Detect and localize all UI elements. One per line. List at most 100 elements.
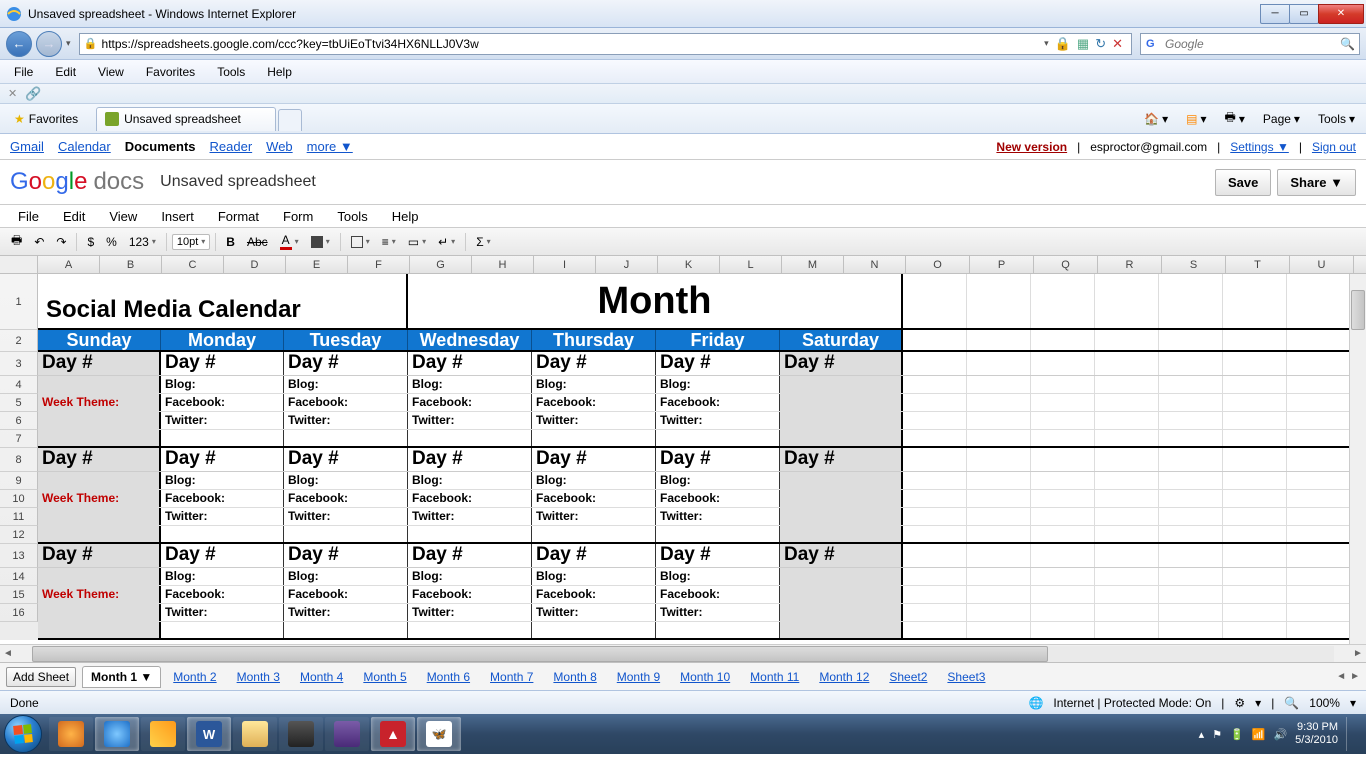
content-cell[interactable]: Blog: (284, 376, 408, 393)
zoom-level[interactable]: 100% (1309, 696, 1340, 710)
col-header-E[interactable]: E (286, 256, 348, 273)
content-cell[interactable]: Facebook: (408, 586, 532, 603)
sheet-tab-0[interactable]: Month 1 ▼ (82, 666, 161, 688)
content-cell[interactable]: Facebook: (161, 394, 284, 411)
col-header-A[interactable]: A (38, 256, 100, 273)
row-header-9[interactable]: 9 (0, 472, 38, 490)
sheet-tab-8[interactable]: Month 9 (609, 667, 668, 687)
content-cell[interactable]: Twitter: (532, 508, 656, 525)
sheet-tab-10[interactable]: Month 11 (742, 667, 807, 687)
row-header-2[interactable]: 2 (0, 330, 38, 352)
spacer-cell[interactable] (38, 430, 161, 446)
day-number-cell[interactable]: Day # (408, 448, 532, 471)
content-cell[interactable]: Blog: (161, 472, 284, 489)
row-header-5[interactable]: 5 (0, 394, 38, 412)
content-cell[interactable]: Blog: (408, 376, 532, 393)
content-cell[interactable]: Facebook: (284, 394, 408, 411)
col-header-U[interactable]: U (1290, 256, 1354, 273)
borders-button[interactable] (346, 234, 375, 250)
day-number-cell[interactable]: Day # (532, 352, 656, 375)
day-number-cell[interactable]: Day # (38, 352, 161, 375)
content-cell[interactable]: Blog: (284, 472, 408, 489)
url-input[interactable] (98, 37, 1041, 51)
percent-button[interactable]: % (101, 233, 122, 251)
day-header-friday[interactable]: Friday (656, 330, 780, 350)
favorites-button[interactable]: ★ Favorites (6, 109, 86, 129)
ie-menu-edit[interactable]: Edit (45, 62, 86, 82)
content-cell[interactable]: Facebook: (408, 394, 532, 411)
text-color-button[interactable]: A (275, 231, 304, 252)
docs-menu-format[interactable]: Format (208, 206, 269, 227)
col-header-O[interactable]: O (906, 256, 970, 273)
home-button[interactable]: 🏠▾ (1139, 110, 1173, 128)
ie-menu-file[interactable]: File (4, 62, 43, 82)
settings-link[interactable]: Settings ▼ (1230, 140, 1289, 154)
row-header-14[interactable]: 14 (0, 568, 38, 586)
sheet-tab-6[interactable]: Month 7 (482, 667, 541, 687)
content-cell[interactable]: Blog: (532, 568, 656, 585)
day-number-cell[interactable]: Day # (408, 544, 532, 567)
col-header-M[interactable]: M (782, 256, 844, 273)
day-number-cell[interactable]: Day # (284, 448, 408, 471)
tray-network-icon[interactable]: 📶 (1252, 728, 1266, 741)
stop-icon[interactable]: ✕ (1112, 36, 1123, 52)
spacer-cell[interactable] (161, 526, 284, 542)
content-cell[interactable]: Blog: (408, 472, 532, 489)
content-cell[interactable]: Blog: (161, 376, 284, 393)
zoom-icon[interactable]: 🔍 (1284, 696, 1299, 710)
content-cell[interactable]: Blog: (532, 472, 656, 489)
row-header-10[interactable]: 10 (0, 490, 38, 508)
day-header-monday[interactable]: Monday (161, 330, 284, 350)
content-cell[interactable]: Blog: (532, 376, 656, 393)
spacer-cell[interactable] (284, 430, 408, 446)
taskbar-explorer[interactable] (233, 717, 277, 751)
docs-menu-insert[interactable]: Insert (151, 206, 204, 227)
content-cell[interactable] (780, 412, 903, 429)
redo-icon[interactable]: ↷ (51, 233, 71, 251)
content-cell[interactable]: Week Theme: (38, 394, 161, 411)
content-cell[interactable] (780, 508, 903, 525)
taskbar-app-6[interactable] (279, 717, 323, 751)
signout-link[interactable]: Sign out (1312, 140, 1356, 154)
docs-menu-form[interactable]: Form (273, 206, 323, 227)
tray-battery-icon[interactable]: 🔋 (1230, 728, 1244, 741)
day-number-cell[interactable]: Day # (284, 544, 408, 567)
forward-button[interactable]: → (36, 31, 62, 57)
day-header-wednesday[interactable]: Wednesday (408, 330, 532, 350)
col-header-H[interactable]: H (472, 256, 534, 273)
docs-menu-edit[interactable]: Edit (53, 206, 95, 227)
day-number-cell[interactable]: Day # (38, 544, 161, 567)
add-sheet-button[interactable]: Add Sheet (6, 667, 76, 687)
day-number-cell[interactable]: Day # (161, 352, 284, 375)
row-header-8[interactable]: 8 (0, 448, 38, 472)
spacer-cell[interactable] (780, 622, 903, 638)
taskbar-adobe[interactable]: ▲ (371, 717, 415, 751)
col-header-Q[interactable]: Q (1034, 256, 1098, 273)
browser-tab[interactable]: Unsaved spreadsheet (96, 107, 276, 131)
day-number-cell[interactable]: Day # (780, 448, 903, 471)
horizontal-scrollbar[interactable]: ◄► (0, 644, 1366, 662)
content-cell[interactable] (780, 472, 903, 489)
day-number-cell[interactable]: Day # (656, 544, 780, 567)
content-cell[interactable]: Twitter: (161, 604, 284, 621)
col-header-G[interactable]: G (410, 256, 472, 273)
sheet-tab-7[interactable]: Month 8 (545, 667, 604, 687)
row-header-1[interactable]: 1 (0, 274, 38, 330)
col-header-P[interactable]: P (970, 256, 1034, 273)
formula-button[interactable]: Σ (471, 233, 495, 251)
url-dropdown-icon[interactable]: ▾ (1044, 38, 1049, 49)
ie-menu-favorites[interactable]: Favorites (136, 62, 205, 82)
taskbar-app-9[interactable]: 🦋 (417, 717, 461, 751)
col-header-S[interactable]: S (1162, 256, 1226, 273)
day-header-saturday[interactable]: Saturday (780, 330, 903, 350)
search-icon[interactable]: 🔍 (1340, 37, 1355, 51)
tray-up-icon[interactable]: ▴ (1199, 728, 1205, 741)
content-cell[interactable]: Facebook: (656, 586, 780, 603)
print-button[interactable]: 🖶▾ (1220, 106, 1250, 131)
docs-menu-view[interactable]: View (99, 206, 147, 227)
day-number-cell[interactable]: Day # (656, 448, 780, 471)
print-icon[interactable]: 🖶 (6, 229, 27, 254)
address-bar[interactable]: 🔒 ▾ 🔒 ▦ ↻ ✕ (79, 33, 1132, 55)
content-cell[interactable]: Twitter: (284, 412, 408, 429)
select-all-corner[interactable] (0, 256, 38, 273)
